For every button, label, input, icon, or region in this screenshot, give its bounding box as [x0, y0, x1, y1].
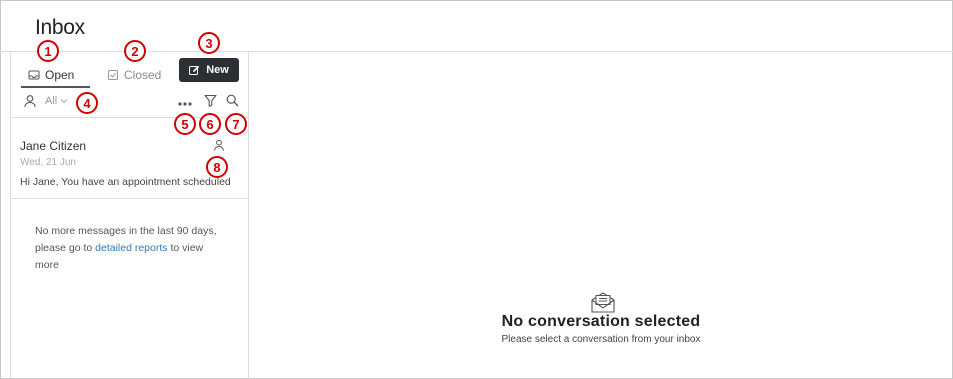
conversation-snippet: Hi Jane, You have an appointment schedul… — [20, 176, 231, 188]
filter-button[interactable] — [202, 94, 218, 112]
callout-marker: 5 — [174, 113, 196, 135]
tab-closed[interactable]: Closed — [107, 62, 161, 88]
envelope-icon — [590, 290, 616, 314]
callout-marker: 8 — [206, 156, 228, 178]
detailed-reports-link[interactable]: detailed reports — [95, 242, 167, 254]
new-button-label: New — [206, 64, 229, 76]
callout-marker: 2 — [124, 40, 146, 62]
chevron-down-icon — [60, 97, 68, 105]
callout-marker: 4 — [76, 92, 98, 114]
assignee-filter-label: All — [45, 95, 58, 107]
empty-state-subtitle: Please select a conversation from your i… — [501, 334, 701, 345]
conversation-date: Wed, 21 Jun — [20, 157, 76, 168]
tab-open[interactable]: Open — [28, 62, 74, 88]
active-tab-indicator — [21, 86, 90, 88]
empty-state-title: No conversation selected — [501, 313, 701, 330]
checkbox-icon — [107, 69, 119, 81]
more-options-button[interactable] — [177, 95, 193, 111]
more-icon — [177, 94, 193, 112]
new-conversation-button[interactable]: New — [179, 58, 239, 82]
search-icon — [226, 94, 239, 112]
funnel-icon — [203, 94, 217, 112]
callout-marker: 7 — [225, 113, 247, 135]
search-button[interactable] — [224, 94, 240, 112]
tab-open-label: Open — [45, 68, 75, 82]
inbox-icon — [28, 69, 40, 81]
assignee-filter-dropdown[interactable]: All — [23, 94, 68, 108]
contact-name: Jane Citizen — [20, 139, 87, 153]
edit-icon — [189, 65, 200, 76]
callout-marker: 1 — [37, 40, 59, 62]
tab-closed-label: Closed — [124, 68, 162, 82]
no-more-messages-notice: No more messages in the last 90 days, pl… — [35, 223, 220, 274]
callout-marker: 6 — [199, 113, 221, 135]
person-icon — [23, 94, 37, 108]
page-title: Inbox — [35, 16, 85, 39]
assignee-person-icon[interactable] — [213, 139, 225, 151]
callout-marker: 3 — [198, 32, 220, 54]
